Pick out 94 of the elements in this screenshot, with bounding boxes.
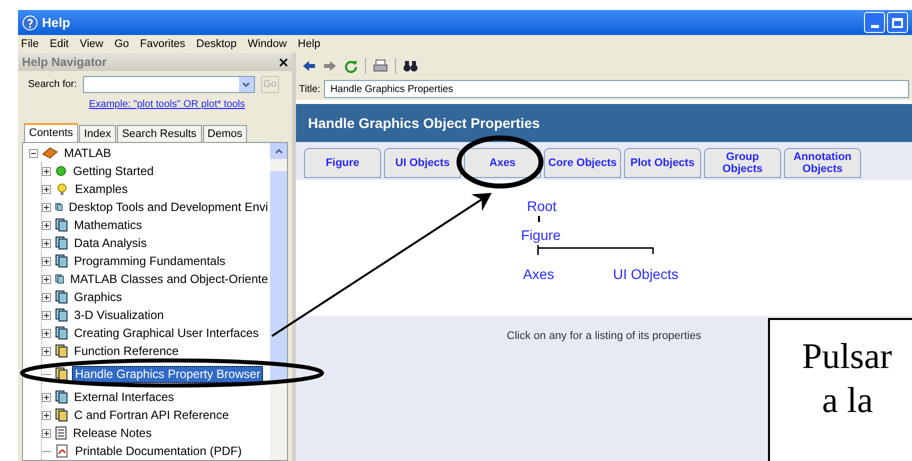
expand-icon[interactable] xyxy=(42,310,51,320)
help-icon xyxy=(22,14,38,30)
document-stack-icon xyxy=(55,254,68,268)
menu-item[interactable]: Edit xyxy=(50,36,69,52)
back-arrow-icon[interactable] xyxy=(302,60,316,72)
hint-text: Click on any for a listing of its properties xyxy=(506,329,702,342)
tree-item[interactable]: MATLAB xyxy=(62,146,114,160)
panel-title: Help Navigator xyxy=(22,54,107,71)
dropdown-icon[interactable] xyxy=(238,77,254,92)
expand-icon[interactable] xyxy=(42,328,51,338)
document-stack-icon xyxy=(55,408,68,422)
example-link[interactable]: Example: "plot tools" OR plot* tools xyxy=(88,97,246,112)
search-field[interactable] xyxy=(82,76,255,93)
tree-item[interactable]: Printable Documentation (PDF) xyxy=(73,444,244,458)
tree-item[interactable]: Data Analysis xyxy=(72,236,149,250)
expand-icon[interactable] xyxy=(42,256,51,266)
expand-icon[interactable] xyxy=(42,202,51,212)
tree-item[interactable]: Desktop Tools and Development Envi xyxy=(66,200,270,214)
expand-icon[interactable] xyxy=(42,238,51,248)
dot-icon xyxy=(55,165,67,177)
window-title: Help xyxy=(42,14,70,32)
expand-icon[interactable] xyxy=(42,428,51,438)
close-icon[interactable] xyxy=(279,58,288,66)
expand-icon[interactable] xyxy=(42,292,51,302)
document-stack-icon xyxy=(55,218,68,232)
navigator-tab[interactable]: Contents xyxy=(24,123,78,142)
navigator-tab[interactable]: Index xyxy=(79,125,116,142)
expand-icon[interactable] xyxy=(42,274,51,284)
maximize-button[interactable] xyxy=(887,12,908,33)
object-tab[interactable]: UI Objects xyxy=(384,148,461,178)
object-tab[interactable]: Axes xyxy=(464,148,541,178)
tree-item[interactable]: Mathematics xyxy=(72,218,144,232)
object-tab[interactable]: Figure xyxy=(304,148,381,178)
object-tab[interactable]: Core Objects xyxy=(544,148,621,178)
object-tab[interactable]: Group Objects xyxy=(704,148,781,178)
tree-item[interactable]: Programming Fundamentals xyxy=(72,254,228,268)
callout-text: Pulsar xyxy=(802,335,893,378)
scrollbar[interactable] xyxy=(270,143,287,460)
tree-item[interactable]: MATLAB Classes and Object-Oriente xyxy=(68,272,270,286)
collapse-icon[interactable] xyxy=(29,148,38,158)
tree-item[interactable]: Handle Graphics Property Browser xyxy=(72,366,264,382)
tree-item[interactable]: Examples xyxy=(73,182,130,196)
expand-icon[interactable] xyxy=(42,184,51,194)
document-stack-icon xyxy=(55,344,68,358)
tree-item[interactable]: Function Reference xyxy=(72,344,181,358)
expand-icon[interactable] xyxy=(42,392,51,402)
expand-icon[interactable] xyxy=(42,220,51,230)
tree-item[interactable]: External Interfaces xyxy=(72,390,176,404)
scroll-up-icon[interactable] xyxy=(274,148,282,154)
expand-icon[interactable] xyxy=(42,346,51,356)
document-stack-icon xyxy=(55,326,68,340)
tree-item[interactable]: Creating Graphical User Interfaces xyxy=(72,326,261,340)
title-label: Title: xyxy=(299,82,320,96)
menu-item[interactable]: File xyxy=(21,36,39,52)
object-tab[interactable]: Annotation Objects xyxy=(784,148,861,178)
callout-text: a la xyxy=(822,379,874,422)
tree-item[interactable]: Graphics xyxy=(72,290,124,304)
forward-arrow-icon[interactable] xyxy=(323,60,337,72)
search-label: Search for: xyxy=(28,78,77,92)
minimize-button[interactable] xyxy=(864,12,885,33)
menu-item[interactable]: Window xyxy=(248,36,287,52)
document-stack-icon xyxy=(55,308,68,322)
tree-item[interactable]: Release Notes xyxy=(71,426,154,440)
diagram-node[interactable]: Axes xyxy=(523,264,554,285)
menu-item[interactable]: Desktop xyxy=(196,36,237,52)
document-stack-icon xyxy=(55,272,64,286)
binoculars-icon[interactable] xyxy=(403,60,418,72)
expand-icon[interactable] xyxy=(42,410,51,420)
menu-item[interactable]: Favorites xyxy=(140,36,186,52)
object-tab[interactable]: Plot Objects xyxy=(624,148,701,178)
printer-icon[interactable] xyxy=(373,58,388,72)
expand-icon[interactable] xyxy=(42,166,51,176)
document-stack-icon xyxy=(55,200,63,214)
menu-item[interactable]: View xyxy=(80,36,104,52)
document-stack-icon xyxy=(55,390,68,404)
pdf-icon xyxy=(55,444,69,458)
tree-item[interactable]: 3-D Visualization xyxy=(72,308,166,322)
diagram-node[interactable]: Root xyxy=(527,196,557,217)
title-field[interactable]: Handle Graphics Properties xyxy=(324,80,909,98)
navigator-tab[interactable]: Search Results xyxy=(116,125,202,142)
menu-item[interactable]: Help xyxy=(298,36,320,52)
refresh-icon[interactable] xyxy=(344,58,358,72)
diagram-node[interactable]: UI Objects xyxy=(613,264,678,285)
menu-item[interactable]: Go xyxy=(114,36,130,52)
page-heading: Handle Graphics Object Properties xyxy=(308,114,540,133)
document-stack-icon xyxy=(55,236,68,250)
document-stack-icon xyxy=(55,290,68,304)
document-stack-icon xyxy=(55,367,68,381)
lightbulb-icon xyxy=(55,182,69,196)
tree-item[interactable]: Getting Started xyxy=(71,164,156,178)
notes-icon xyxy=(55,426,67,440)
diagram-node[interactable]: Figure xyxy=(521,225,561,246)
navigator-tab[interactable]: Demos xyxy=(202,125,248,142)
tree-item[interactable]: C and Fortran API Reference xyxy=(72,408,231,422)
